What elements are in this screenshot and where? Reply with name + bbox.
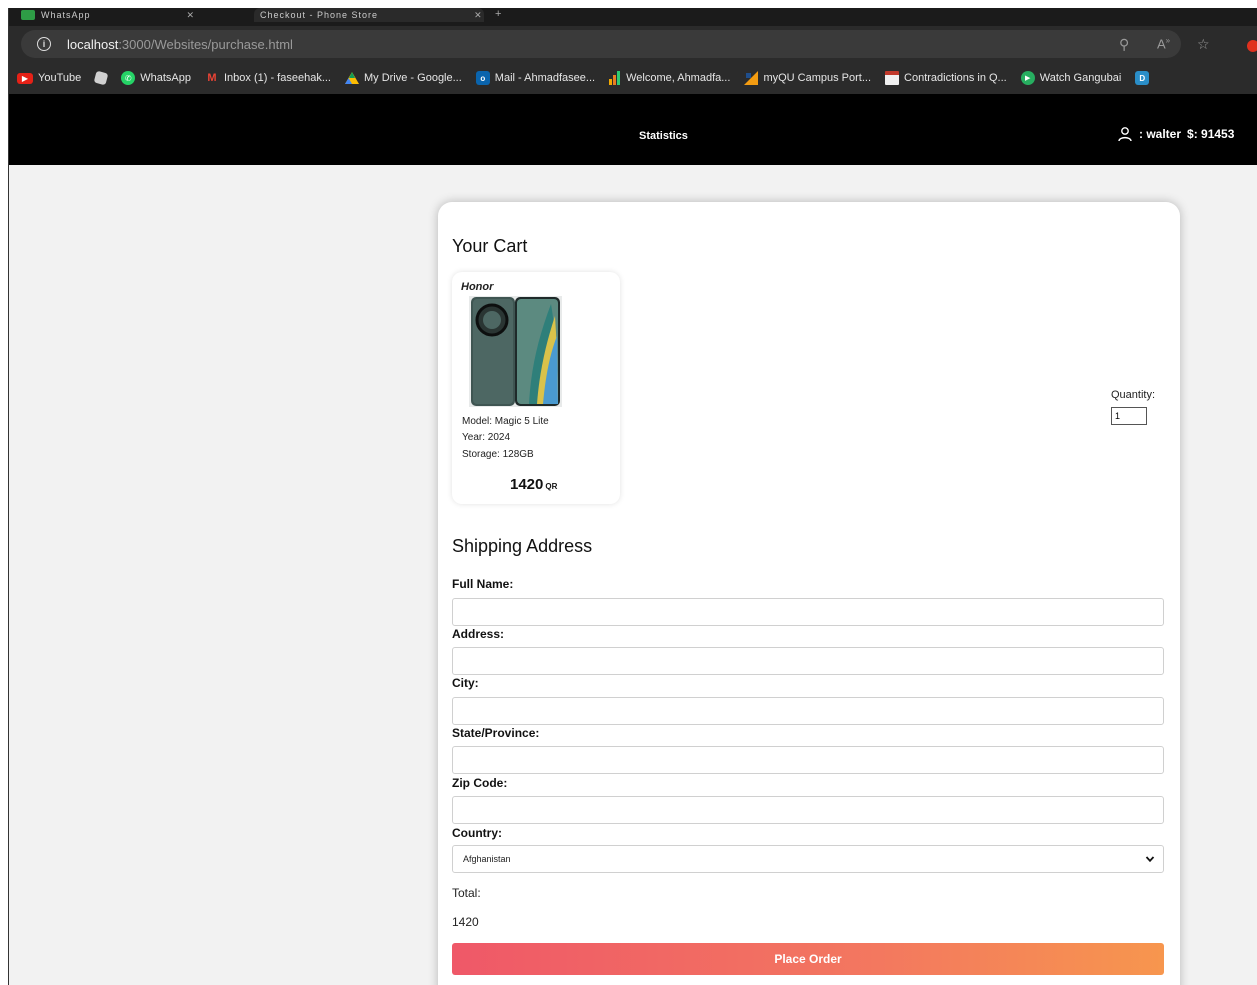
bookmark-gangubai[interactable]: ▶ Watch Gangubai [1020, 71, 1122, 85]
balance: $: 91453 [1187, 127, 1235, 141]
tab-title: WhatsApp [41, 10, 91, 20]
product-model: Model: Magic 5 Lite [462, 416, 549, 427]
bookmark-label: My Drive - Google... [363, 72, 462, 84]
username: : walter [1139, 127, 1182, 141]
address-bar[interactable]: i localhost:3000/Websites/purchase.html … [21, 30, 1210, 58]
zip-label: Zip Code: [452, 776, 508, 790]
chart-icon [609, 71, 621, 85]
whatsapp-favicon-icon [21, 10, 35, 20]
bookmark-label: Contradictions in Q... [904, 72, 1007, 84]
state-label: State/Province: [452, 726, 540, 740]
bookmark-label: WhatsApp [140, 72, 191, 84]
bookmark-label: Welcome, Ahmadfa... [626, 72, 731, 84]
bookmark-contradictions[interactable]: Contradictions in Q... [885, 71, 1007, 85]
product-year: Year: 2024 [462, 432, 511, 443]
cart-item-card: Honor Model: Magic 5 Lite Year: 2024 Sto… [452, 272, 620, 504]
bookmark-youtube[interactable]: ▶ YouTube [17, 72, 81, 84]
bookmark-whatsapp[interactable]: ✆ WhatsApp [121, 71, 191, 85]
whatsapp-icon: ✆ [121, 71, 136, 85]
tab-checkout[interactable]: Checkout - Phone Store ✕ [254, 8, 484, 22]
roblox-icon [93, 70, 109, 86]
zip-input[interactable] [452, 796, 1164, 824]
favorite-star-icon[interactable]: ☆ [1197, 36, 1210, 53]
address-label: Address: [452, 627, 505, 641]
bookmark-roblox[interactable] [93, 70, 109, 86]
tab-title: Checkout - Phone Store [260, 10, 379, 20]
new-tab-icon[interactable]: + [495, 8, 501, 20]
price-value: 1420 [510, 476, 544, 493]
bookmark-d[interactable]: D [1135, 71, 1150, 85]
tab-close-icon[interactable]: ✕ [474, 10, 482, 21]
outlook-icon: o [475, 71, 490, 85]
quantity-input[interactable] [1111, 407, 1147, 425]
country-label: Country: [452, 826, 502, 840]
cart-title: Your Cart [452, 236, 528, 256]
extension-icon[interactable] [1247, 40, 1257, 52]
bookmark-label: YouTube [38, 72, 82, 84]
product-brand: Honor [461, 281, 494, 293]
place-order-button[interactable]: Place Order [452, 943, 1164, 975]
url-path: :3000/Websites/purchase.html [118, 36, 293, 52]
bookmark-drive[interactable]: My Drive - Google... [344, 72, 462, 84]
zoom-icon[interactable]: ⚲ [1119, 36, 1129, 53]
youtube-icon: ▶ [17, 72, 33, 84]
bookmark-campus[interactable]: myQU Campus Port... [744, 71, 871, 85]
d-icon: D [1135, 71, 1150, 85]
user-icon [1118, 127, 1132, 142]
price-currency: QR [545, 482, 558, 491]
quantity-label: Quantity: [1111, 389, 1156, 401]
tab-whatsapp[interactable]: WhatsApp ✕ [15, 8, 250, 22]
bookmarks-bar: ▶ YouTube ✆ WhatsApp M Inbox (1) - fasee… [9, 62, 1257, 94]
total-value: 1420 [452, 915, 479, 929]
url-host: localhost [67, 36, 119, 52]
bookmark-gmail[interactable]: M Inbox (1) - faseehak... [205, 71, 331, 85]
address-input[interactable] [452, 647, 1164, 675]
city-input[interactable] [452, 697, 1164, 725]
tab-close-icon[interactable]: ✕ [187, 10, 195, 21]
bookmark-outlook[interactable]: o Mail - Ahmadfasee... [475, 71, 596, 85]
drive-icon [344, 72, 359, 84]
total-label: Total: [452, 886, 481, 900]
shipping-title: Shipping Address [452, 536, 593, 556]
doc-icon [885, 71, 900, 85]
bookmark-label: myQU Campus Port... [763, 72, 872, 84]
bookmark-welcome[interactable]: Welcome, Ahmadfa... [609, 71, 730, 85]
state-input[interactable] [452, 746, 1164, 774]
nav-statistics-link[interactable]: Statistics [639, 130, 688, 142]
product-storage: Storage: 128GB [462, 449, 534, 460]
full-name-label: Full Name: [452, 577, 514, 591]
phone-image [469, 296, 562, 407]
country-selected-value: Afghanistan [463, 854, 511, 864]
bookmark-label: Mail - Ahmadfasee... [494, 72, 596, 84]
bookmark-label: Inbox (1) - faseehak... [223, 72, 331, 84]
user-info: : walter $: 91453 [1117, 126, 1234, 142]
campus-icon [744, 71, 759, 85]
product-price: 1420 QR [510, 476, 557, 493]
bookmark-label: Watch Gangubai [1039, 72, 1122, 84]
app-header: Statistics : walter $: 91453 [9, 94, 1257, 165]
browser-toolbar: i localhost:3000/Websites/purchase.html … [9, 26, 1257, 62]
full-name-input[interactable] [452, 598, 1164, 626]
browser-window: WhatsApp ✕ Checkout - Phone Store ✕ + i … [8, 8, 1257, 985]
chevron-down-icon [1145, 856, 1155, 863]
gmail-icon: M [207, 72, 217, 84]
read-aloud-icon[interactable]: A» [1157, 36, 1170, 51]
country-select[interactable]: Afghanistan [452, 845, 1164, 873]
play-icon: ▶ [1020, 71, 1035, 85]
checkout-card: Your Cart Honor Model: Magic 5 Lite Year… [438, 202, 1180, 985]
city-label: City: [452, 676, 479, 690]
site-info-icon[interactable]: i [37, 37, 51, 51]
